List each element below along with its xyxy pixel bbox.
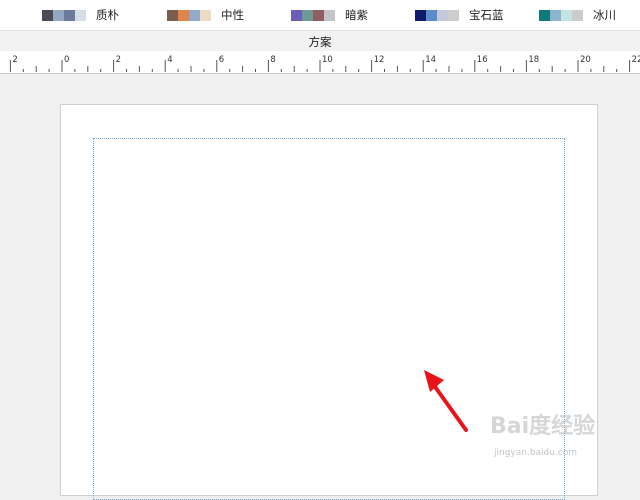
palette-option-anzi[interactable]: 暗紫 [291,8,368,22]
scheme-group-title: 方案 [308,35,332,49]
palette-option-baoshilan[interactable]: 宝石蓝 [415,8,504,22]
color-swatch [302,9,313,21]
color-swatch [426,9,437,21]
ruler-label: 10 [322,55,333,65]
color-swatch [75,9,86,21]
color-swatch [178,9,189,21]
color-swatch [200,9,211,21]
ruler-label: 16 [477,55,488,65]
color-swatch [53,9,64,21]
color-swatch [539,9,550,21]
ruler-scale: 2 0 2 4 6 8 10 12 14 16 18 20 22 [9,55,640,72]
color-swatch [550,9,561,21]
color-swatch [448,9,459,21]
ruler-label: 6 [219,55,224,65]
arrow-shaft [431,382,468,432]
color-swatch [64,9,75,21]
palette-swatches [291,9,335,21]
palette-swatches [42,9,86,21]
palette-swatches [415,9,459,21]
watermark: Bai度经验 jingyan.baidu.com [490,408,610,468]
palette-option-zhongxing[interactable]: 中性 [167,8,244,22]
palette-label: 宝石蓝 [469,8,504,22]
ruler-label: 12 [374,55,385,65]
watermark-url: jingyan.baidu.com [494,448,578,458]
ruler-label: 8 [270,55,275,65]
palette-option-bingchuan[interactable]: 冰川 [539,8,616,22]
color-swatch [561,9,572,21]
palette-option-zhipu[interactable]: 质朴 [42,8,119,22]
ruler-label: 2 [116,55,121,65]
color-swatch [572,9,583,21]
palette-swatches [539,9,583,21]
ruler-label: 22 [632,55,640,65]
palette-label: 暗紫 [345,8,368,22]
color-swatch [313,9,324,21]
color-swatch [42,9,53,21]
red-arrow-icon [424,370,468,432]
ruler-label: 2 [12,55,17,65]
color-swatch [189,9,200,21]
palette-label: 中性 [221,8,244,22]
color-swatch [291,9,302,21]
scheme-group-header: 方案 [0,30,640,51]
horizontal-ruler[interactable]: 2 0 2 4 6 8 10 12 14 16 18 20 22 [0,51,640,74]
watermark-logo: Bai度经验 [490,414,596,439]
ruler-label: 18 [528,55,539,65]
ruler-label: 20 [580,55,591,65]
color-swatch [415,9,426,21]
palette-label: 冰川 [593,8,616,22]
color-swatch [437,9,448,21]
theme-palette-bar: 质朴 中性 暗紫 宝石蓝 冰川 [0,0,640,30]
color-swatch [324,9,335,21]
palette-swatches [167,9,211,21]
palette-label: 质朴 [96,8,119,22]
color-swatch [167,9,178,21]
ruler-label: 14 [425,55,436,65]
ruler-label: 4 [167,55,172,65]
ruler-label: 0 [64,55,69,65]
